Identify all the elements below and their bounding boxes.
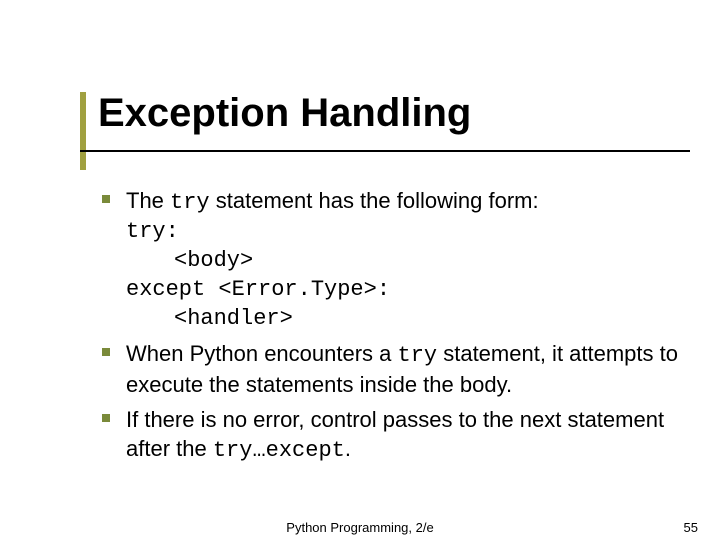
body: The try statement has the following form… [126,186,686,471]
slide: Exception Handling The try statement has… [0,0,720,540]
bullet-icon [102,348,110,356]
text-run: statement has the following form: [210,188,539,213]
bullet-text: When Python encounters a try statement, … [126,339,686,399]
code-run: try [398,343,438,368]
footer-center: Python Programming, 2/e [0,520,720,535]
code-line: except <Error.Type>: [126,275,686,304]
code-run: try…except [213,438,345,463]
text-run: The [126,188,170,213]
bullet-text: If there is no error, control passes to … [126,405,686,465]
code-run: try [170,190,210,215]
title-block: Exception Handling [98,92,471,134]
text-run: When Python encounters a [126,341,398,366]
slide-title: Exception Handling [98,92,471,134]
bullet-item: The try statement has the following form… [126,186,686,333]
bullet-icon [102,195,110,203]
accent-bar [80,92,86,170]
bullet-item: If there is no error, control passes to … [126,405,686,465]
code-line: try: [126,217,686,246]
page-number: 55 [684,520,698,535]
text-run: . [345,436,351,461]
code-line: <handler> [126,304,686,333]
title-rule [80,150,690,152]
text-run: If there is no error, control passes to … [126,407,664,461]
bullet-icon [102,414,110,422]
bullet-text: The try statement has the following form… [126,186,686,217]
bullet-item: When Python encounters a try statement, … [126,339,686,399]
code-line: <body> [126,246,686,275]
